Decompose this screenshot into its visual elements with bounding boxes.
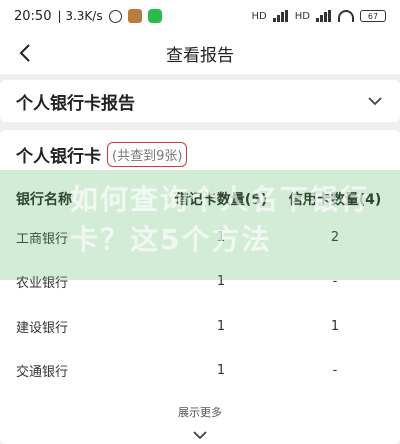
- wifi-icon: [338, 10, 354, 22]
- count-badge: (共查到9张): [107, 142, 188, 167]
- bank-card-report-section[interactable]: 个人银行卡报告: [0, 80, 400, 122]
- table-row: 交通银行 1 -: [16, 355, 384, 385]
- page-title: 查看报告: [166, 45, 234, 66]
- table-header: 银行名称 借记卡数量(5) 信用卡数量(4): [16, 184, 384, 214]
- table-row: 建设银行 1 1: [16, 311, 384, 341]
- section-title: 个人银行卡报告: [16, 93, 135, 114]
- alarm-icon: [108, 9, 122, 23]
- card-header: 个人银行卡 (共查到9张): [16, 142, 188, 167]
- navigation-bar: 查看报告: [0, 32, 400, 74]
- bank-name: 交通银行: [16, 364, 69, 380]
- debit-count: 1: [216, 318, 226, 334]
- bank-name: 工商银行: [16, 231, 69, 247]
- signal-icon-2: [316, 10, 332, 22]
- debit-count: 1: [216, 362, 226, 378]
- bank-name: 农业银行: [16, 275, 69, 291]
- header-debit-count: 借记卡数量(5): [174, 192, 268, 208]
- battery-level: 67: [367, 11, 379, 21]
- header-credit-count: 信用卡数量(4): [288, 192, 382, 208]
- header-bank-name: 银行名称: [16, 192, 72, 208]
- credit-count: 2: [330, 229, 340, 245]
- bank-card-list-card: 个人银行卡 (共查到9张) 银行名称 借记卡数量(5) 信用卡数量(4) 工商银…: [0, 130, 400, 444]
- show-more-button[interactable]: 展示更多: [0, 404, 400, 420]
- chevron-down-icon[interactable]: [192, 426, 208, 440]
- app-notification-icon: [127, 9, 142, 23]
- credit-count: 1: [330, 318, 340, 334]
- wechat-icon: [147, 9, 162, 23]
- table-row: 工商银行 1 2: [16, 222, 384, 252]
- status-bar: 20:50 | 3.3K/s HD HD 67: [0, 0, 400, 32]
- network-speed: | 3.3K/s: [57, 9, 103, 23]
- signal-icon: [272, 10, 289, 22]
- bank-name: 建设银行: [16, 320, 69, 336]
- table-row: 农业银行 1 -: [16, 266, 384, 296]
- back-arrow-icon[interactable]: [14, 40, 36, 66]
- network-speed-value: 3.3K/s: [65, 9, 103, 23]
- network-type-2: HD: [294, 10, 310, 22]
- network-type-1: HD: [251, 10, 267, 22]
- status-time: 20:50: [14, 8, 52, 24]
- chevron-down-icon[interactable]: [366, 92, 384, 110]
- card-title: 个人银行卡: [16, 147, 101, 167]
- debit-count: 1: [216, 273, 226, 289]
- credit-count: -: [332, 362, 338, 378]
- debit-count: 1: [216, 229, 226, 245]
- credit-count: -: [332, 273, 338, 289]
- battery-icon: 67: [360, 10, 386, 22]
